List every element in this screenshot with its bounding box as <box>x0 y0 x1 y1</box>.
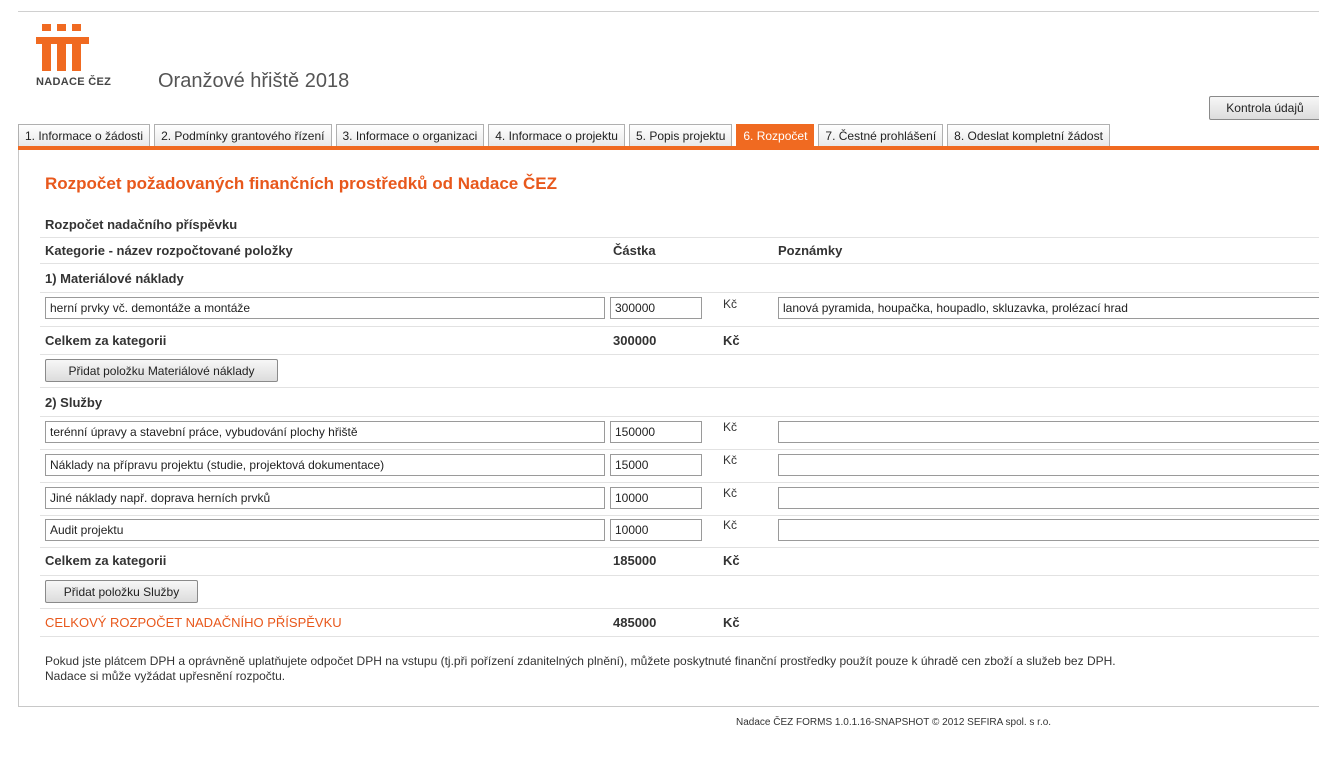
column-notes: Poznámky <box>778 243 843 258</box>
item-amount-input[interactable] <box>610 519 702 541</box>
item-name-input[interactable] <box>45 421 605 443</box>
category-title-row: 1) Materiálové náklady <box>40 264 1319 293</box>
tab-budget[interactable]: 6. Rozpočet <box>736 124 815 146</box>
vat-note-line: Pokud jste plátcem DPH a oprávněně uplat… <box>45 654 1116 668</box>
item-note-input[interactable] <box>778 487 1319 509</box>
footer-copyright: Nadace ČEZ FORMS 1.0.1.16-SNAPSHOT © 201… <box>736 717 1052 728</box>
category-total-value: 185000 <box>613 553 657 568</box>
item-amount-input[interactable] <box>610 297 702 319</box>
section-title-row: Rozpočet nadačního příspěvku <box>40 213 1319 238</box>
logo-text: NADACE ČEZ <box>36 76 112 88</box>
app-title: Oranžové hřiště 2018 <box>158 70 350 92</box>
category-total-label: Celkem za kategorii <box>45 333 167 348</box>
tab-project-info[interactable]: 4. Informace o projektu <box>488 124 625 146</box>
content-frame-left <box>18 150 19 706</box>
column-category: Kategorie - název rozpočtované položky <box>45 243 293 258</box>
item-amount-input[interactable] <box>610 421 702 443</box>
currency-label: Kč <box>723 420 738 434</box>
category-title-row: 2) Služby <box>40 388 1319 417</box>
tab-declaration[interactable]: 7. Čestné prohlášení <box>818 124 944 146</box>
add-item-row: Přidat položku Materiálové náklady <box>40 355 1319 388</box>
add-services-item-button[interactable]: Přidat položku Služby <box>45 580 198 603</box>
grand-total-value: 485000 <box>613 615 657 630</box>
item-note-input[interactable] <box>778 519 1319 541</box>
currency-label: Kč <box>723 453 738 467</box>
nadace-cez-logo: NADACE ČEZ <box>36 24 126 94</box>
category-total-value: 300000 <box>613 333 657 348</box>
item-name-input[interactable] <box>45 454 605 476</box>
tab-underline <box>18 146 1319 150</box>
item-name-input[interactable] <box>45 519 605 541</box>
currency-label: Kč <box>723 553 740 568</box>
tab-bar: 1. Informace o žádosti 2. Podmínky grant… <box>18 124 1110 146</box>
page-heading: Rozpočet požadovaných finančních prostře… <box>45 174 557 193</box>
category-total-label: Celkem za kategorii <box>45 553 167 568</box>
item-name-input[interactable] <box>45 297 605 319</box>
item-amount-input[interactable] <box>610 487 702 509</box>
item-note-input[interactable] <box>778 421 1319 443</box>
currency-label: Kč <box>723 518 738 532</box>
currency-label: Kč <box>723 486 738 500</box>
tab-grant-conditions[interactable]: 2. Podmínky grantového řízení <box>154 124 332 146</box>
budget-item-row: Kč <box>40 483 1319 516</box>
category-total-row: Celkem za kategorii 185000 Kč <box>40 548 1319 576</box>
vat-note: Pokud jste plátcem DPH a oprávněně uplat… <box>45 654 1305 684</box>
content-frame-bottom <box>18 706 1319 707</box>
budget-item-row: Kč <box>40 417 1319 450</box>
item-note-input[interactable] <box>778 297 1319 319</box>
tab-project-description[interactable]: 5. Popis projektu <box>628 124 733 146</box>
currency-label: Kč <box>723 297 738 311</box>
grand-total-label: CELKOVÝ ROZPOČET NADAČNÍHO PŘÍSPĚVKU <box>45 615 342 630</box>
tab-request-info[interactable]: 1. Informace o žádosti <box>18 124 151 146</box>
check-data-button[interactable]: Kontrola údajů <box>1209 96 1319 120</box>
top-divider <box>18 11 1319 12</box>
vat-note-line: Nadace si může vyžádat upřesnění rozpočt… <box>45 669 286 683</box>
section-title: Rozpočet nadačního příspěvku <box>45 217 238 232</box>
currency-label: Kč <box>723 333 740 348</box>
budget-item-row: Kč <box>40 516 1319 548</box>
category-title: 1) Materiálové náklady <box>45 271 184 286</box>
tab-organization-info[interactable]: 3. Informace o organizaci <box>335 124 485 146</box>
column-header-row: Kategorie - název rozpočtované položky Č… <box>40 238 1319 264</box>
category-title: 2) Služby <box>45 395 103 410</box>
item-note-input[interactable] <box>778 454 1319 476</box>
column-amount: Částka <box>613 243 656 258</box>
grand-total-row: CELKOVÝ ROZPOČET NADAČNÍHO PŘÍSPĚVKU 485… <box>40 609 1319 637</box>
category-total-row: Celkem za kategorii 300000 Kč <box>40 327 1319 355</box>
item-name-input[interactable] <box>45 487 605 509</box>
budget-item-row: Kč <box>40 293 1319 327</box>
cez-logo-icon <box>36 24 89 71</box>
item-amount-input[interactable] <box>610 454 702 476</box>
currency-label: Kč <box>723 615 740 630</box>
add-material-item-button[interactable]: Přidat položku Materiálové náklady <box>45 359 278 382</box>
budget-item-row: Kč <box>40 450 1319 483</box>
tab-submit[interactable]: 8. Odeslat kompletní žádost <box>947 124 1110 146</box>
add-item-row: Přidat položku Služby <box>40 576 1319 609</box>
